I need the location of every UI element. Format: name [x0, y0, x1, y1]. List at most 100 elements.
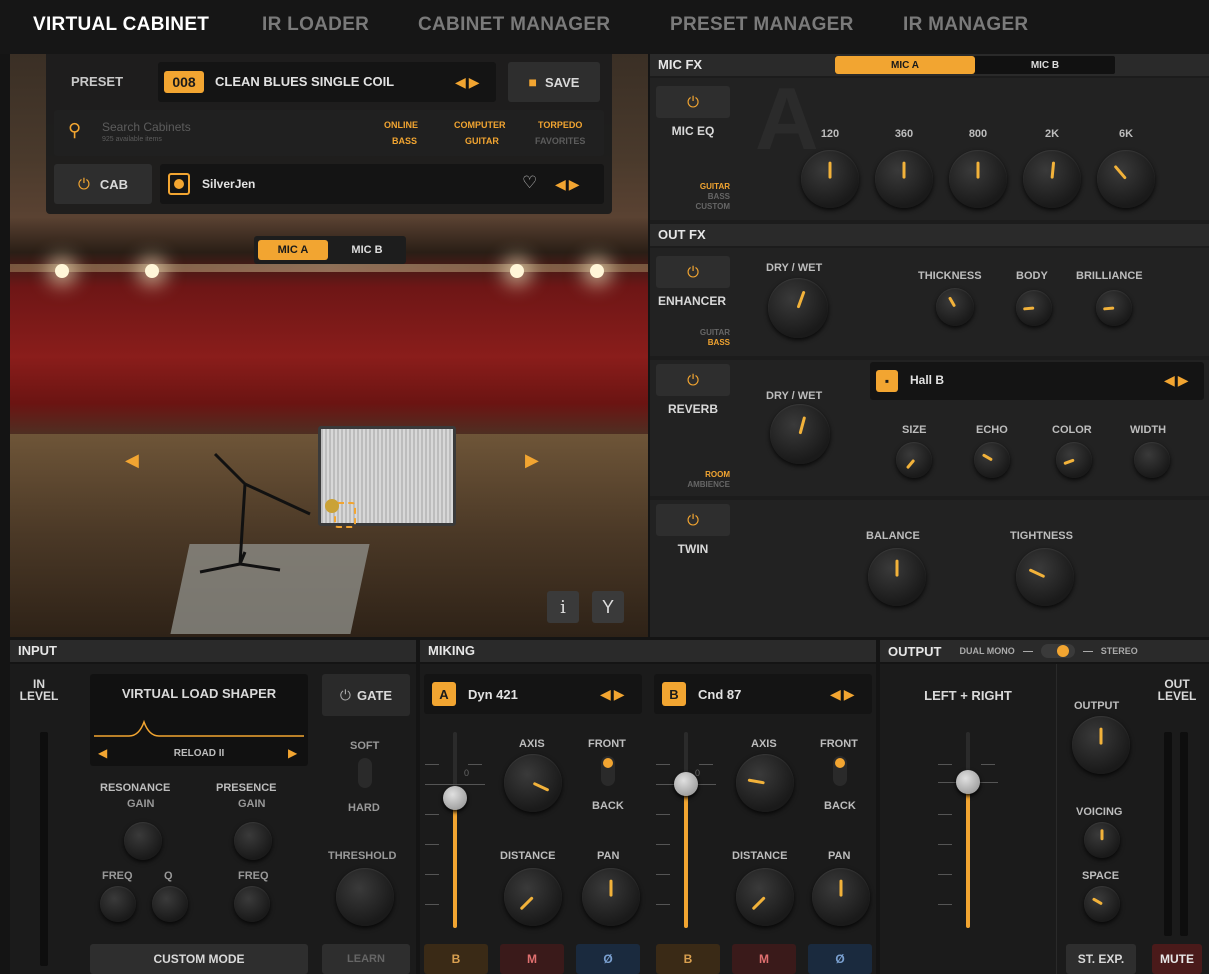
mic-b-pan-knob[interactable]: [812, 868, 870, 926]
stereo-expand-button[interactable]: ST. EXP.: [1066, 944, 1136, 974]
space-knob[interactable]: [1084, 886, 1120, 922]
tightness-knob[interactable]: [1016, 548, 1074, 606]
thickness-knob[interactable]: [936, 288, 974, 326]
body-knob[interactable]: [1016, 290, 1052, 326]
presence-freq-knob[interactable]: [234, 886, 270, 922]
gate-power-button[interactable]: ⏻ GATE: [322, 674, 410, 716]
resonance-q-knob[interactable]: [152, 886, 188, 922]
cab-power-button[interactable]: ⏻ CAB: [54, 164, 152, 204]
output-knob[interactable]: [1072, 716, 1130, 774]
brilliance-knob[interactable]: [1096, 290, 1132, 326]
resonance-gain-knob[interactable]: [124, 822, 162, 860]
presence-gain-knob[interactable]: [234, 822, 272, 860]
stage-mic-b-tab[interactable]: MIC B: [332, 240, 402, 260]
tab-ir-loader[interactable]: IR LOADER: [262, 14, 369, 36]
mic-b-bypass-button[interactable]: B: [656, 944, 720, 974]
mic-a-pan-knob[interactable]: [582, 868, 640, 926]
stage-next-arrow-icon[interactable]: ▶: [525, 450, 539, 471]
tuning-fork-icon[interactable]: Y: [592, 591, 624, 623]
resonance-freq-knob[interactable]: [100, 886, 136, 922]
enhancer-mode-guitar[interactable]: GUITAR: [656, 328, 730, 337]
tab-virtual-cabinet[interactable]: VIRTUAL CABINET: [33, 14, 209, 36]
cab-selector[interactable]: SilverJen ♡ ◀▶: [160, 164, 604, 204]
mic-eq-power-button[interactable]: ⏻: [656, 86, 730, 118]
mic-fx-tab-a[interactable]: MIC A: [835, 56, 975, 74]
mic-a-bypass-button[interactable]: B: [424, 944, 488, 974]
balance-knob[interactable]: [868, 548, 926, 606]
width-knob[interactable]: [1134, 442, 1170, 478]
output-fader-thumb[interactable]: [956, 770, 980, 794]
mic-eq-mode-bass[interactable]: BASS: [656, 192, 730, 201]
vls-curve-icon: [94, 719, 304, 737]
filter-computer[interactable]: COMPUTER: [454, 120, 506, 130]
mic-a-phase-button[interactable]: Ø: [576, 944, 640, 974]
mic-eq-band-knob[interactable]: [875, 150, 933, 208]
preset-prev-next-arrows-icon[interactable]: ◀▶: [455, 74, 483, 91]
mic-a-prev-next-arrows-icon[interactable]: ◀▶: [600, 686, 628, 703]
vls-next-arrow-icon[interactable]: ▶: [288, 746, 297, 760]
fader-tick: [656, 874, 670, 875]
filter-torpedo[interactable]: TORPEDO: [538, 120, 582, 130]
reverb-type-selector[interactable]: ▪ Hall B ◀▶: [870, 362, 1204, 400]
color-knob[interactable]: [1056, 442, 1092, 478]
mic-a-selector[interactable]: A Dyn 421 ◀▶: [424, 674, 642, 714]
stage-mic-a-tab[interactable]: MIC A: [258, 240, 328, 260]
mic-fx-tab-b[interactable]: MIC B: [975, 56, 1115, 74]
save-button[interactable]: ■ SAVE: [508, 62, 600, 102]
search-input[interactable]: Search Cabinets: [102, 120, 191, 134]
mic-b-mute-button[interactable]: M: [732, 944, 796, 974]
mute-button[interactable]: MUTE: [1152, 944, 1202, 974]
reverb-power-button[interactable]: ⏻: [656, 364, 730, 396]
filter-guitar[interactable]: GUITAR: [465, 136, 499, 146]
filter-bass[interactable]: BASS: [392, 136, 417, 146]
mic-b-axis-knob[interactable]: [736, 754, 794, 812]
tab-cabinet-manager[interactable]: CABINET MANAGER: [418, 14, 610, 36]
enhancer-power-button[interactable]: ⏻: [656, 256, 730, 288]
mic-eq-band-knob[interactable]: [949, 150, 1007, 208]
reverb-mode-room[interactable]: ROOM: [656, 470, 730, 479]
learn-button[interactable]: LEARN: [322, 944, 410, 974]
favorite-heart-icon[interactable]: ♡: [522, 173, 537, 193]
mic-eq-band-knob[interactable]: [1097, 150, 1155, 208]
enhancer-mode-bass[interactable]: BASS: [656, 338, 730, 347]
mic-b-phase-button[interactable]: Ø: [808, 944, 872, 974]
tab-preset-manager[interactable]: PRESET MANAGER: [670, 14, 854, 36]
filter-online[interactable]: ONLINE: [384, 120, 418, 130]
mic-a-front-back-switch[interactable]: [601, 756, 615, 786]
enhancer-drywet-knob[interactable]: [768, 278, 828, 338]
mic-b-prev-next-arrows-icon[interactable]: ◀▶: [830, 686, 858, 703]
info-icon[interactable]: i: [547, 591, 579, 623]
mic-a-mute-button[interactable]: M: [500, 944, 564, 974]
mic-eq-mode-custom[interactable]: CUSTOM: [656, 202, 730, 211]
mic-b-level-fader-thumb[interactable]: [674, 772, 698, 796]
mic-a-axis-knob[interactable]: [504, 754, 562, 812]
mic-eq-band-knob[interactable]: [1023, 150, 1081, 208]
reverb-drywet-knob[interactable]: [770, 404, 830, 464]
mic-a-distance-knob[interactable]: [504, 868, 562, 926]
size-knob[interactable]: [896, 442, 932, 478]
mic-eq-mode-guitar[interactable]: GUITAR: [656, 182, 730, 191]
filter-favorites[interactable]: FAVORITES: [535, 136, 585, 146]
gate-mode-switch[interactable]: [358, 758, 372, 788]
cab-prev-next-arrows-icon[interactable]: ◀▶: [555, 176, 583, 193]
stereo-toggle[interactable]: [1040, 644, 1075, 658]
voicing-knob[interactable]: [1084, 822, 1120, 858]
preset-selector[interactable]: 008 CLEAN BLUES SINGLE COIL ◀▶: [158, 62, 496, 102]
stage-prev-arrow-icon[interactable]: ◀: [125, 450, 139, 471]
mic-eq-band-knob[interactable]: [801, 150, 859, 208]
power-icon: ⏻: [77, 175, 90, 193]
miking-title: MIKING: [428, 643, 475, 658]
tab-ir-manager[interactable]: IR MANAGER: [903, 14, 1028, 36]
mic-b-selector[interactable]: B Cnd 87 ◀▶: [654, 674, 872, 714]
mic-b-front-back-switch[interactable]: [833, 756, 847, 786]
power-icon: ⏻: [687, 371, 699, 389]
fader-tick: [425, 784, 485, 785]
echo-knob[interactable]: [974, 442, 1010, 478]
reverb-prev-next-arrows-icon[interactable]: ◀▶: [1164, 372, 1192, 389]
custom-mode-button[interactable]: CUSTOM MODE: [90, 944, 308, 974]
twin-power-button[interactable]: ⏻: [656, 504, 730, 536]
mic-a-level-fader-thumb[interactable]: [443, 786, 467, 810]
reverb-mode-ambience[interactable]: AMBIENCE: [656, 480, 730, 489]
threshold-knob[interactable]: [336, 868, 394, 926]
mic-b-distance-knob[interactable]: [736, 868, 794, 926]
